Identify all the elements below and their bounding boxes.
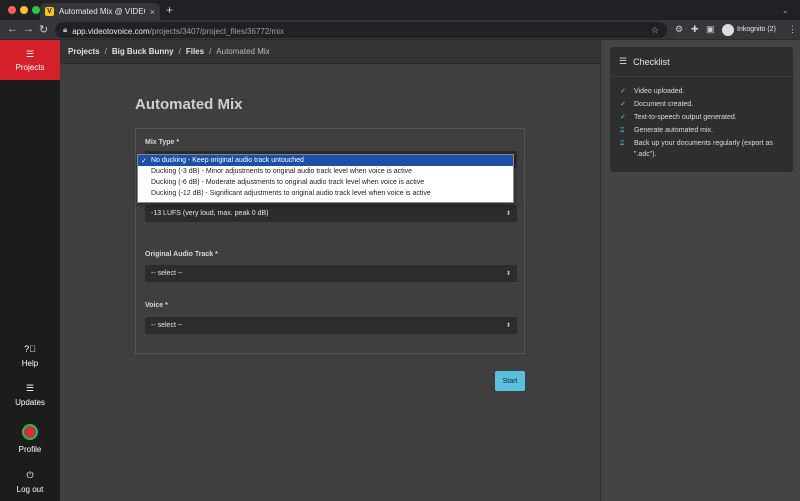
incognito-avatar-icon[interactable] (722, 24, 734, 36)
breadcrumb-projects[interactable]: Projects (68, 47, 100, 56)
browser-toolbar: ← → ↻ 🔒︎ app.videotovoice.com/projects/3… (0, 20, 800, 40)
voice-label: Voice * (145, 302, 168, 309)
tab-title: Automated Mix @ VIDEO TO V (59, 7, 145, 16)
reload-icon[interactable]: ↻ (39, 23, 48, 36)
extension-icon[interactable]: ⚙ (675, 24, 683, 35)
sidebar-item-profile[interactable]: Profile (0, 424, 60, 454)
hourglass-icon: ⌛︎ (620, 127, 625, 134)
original-track-label: Original Audio Track * (145, 251, 218, 258)
help-icon: ?⃝ (24, 344, 36, 354)
breadcrumb-project[interactable]: Big Buck Bunny (112, 47, 174, 56)
checklist-header: ☰ Checklist (610, 47, 793, 77)
list-icon: ☰ (25, 383, 35, 393)
more-menu-icon[interactable]: ⋮ (788, 24, 797, 35)
main-content: Automated Mix Mix Type * ⬍ -13 LUFS (ver… (60, 64, 600, 501)
lock-icon: 🔒︎ (63, 25, 68, 34)
breadcrumb-separator: / (104, 47, 107, 56)
check-icon: ✓ (620, 114, 626, 121)
browser-tab-bar: V Automated Mix @ VIDEO TO V × + ⌄ (0, 0, 800, 20)
profile-label[interactable]: Inkognito (2) (737, 26, 776, 33)
mix-type-label: Mix Type * (145, 139, 180, 146)
list-icon: ☰ (619, 56, 628, 66)
chevron-updown-icon: ⬍ (505, 323, 511, 329)
check-icon: ✓ (620, 101, 626, 108)
breadcrumb-current: Automated Mix (216, 47, 270, 56)
list-icon: ☰ (25, 48, 35, 59)
loudness-value: -13 LUFS (very loud, max. peak 0 dB) (151, 210, 269, 217)
browser-tab[interactable]: V Automated Mix @ VIDEO TO V × (40, 3, 160, 20)
page-title: Automated Mix (135, 96, 243, 113)
breadcrumb: Projects / Big Buck Bunny / Files / Auto… (60, 40, 600, 64)
sidebar-item-projects[interactable]: ☰ Projects (0, 40, 60, 80)
power-icon: ⏻ (26, 470, 34, 480)
avatar (22, 424, 38, 440)
mix-type-option[interactable]: ✓ No ducking - Keep original audio track… (138, 155, 513, 166)
original-track-value: -- select -- (151, 270, 183, 277)
breadcrumb-separator: / (178, 47, 181, 56)
voice-select[interactable]: -- select -- ⬍ (145, 317, 517, 334)
url-text: app.videotovoice.com/projects/3407/proje… (72, 27, 284, 36)
address-bar[interactable]: 🔒︎ app.videotovoice.com/projects/3407/pr… (55, 22, 667, 38)
window-minimize-button[interactable] (20, 6, 28, 14)
check-icon: ✓ (620, 88, 626, 95)
original-track-select[interactable]: -- select -- ⬍ (145, 265, 517, 282)
sidebar-item-label: Profile (18, 445, 42, 454)
window-close-button[interactable] (8, 6, 16, 14)
checklist-item: ✓ Text-to-speech output generated. (620, 114, 737, 121)
sidebar-item-label: Projects (15, 62, 45, 72)
sidebar-item-label: Updates (15, 398, 45, 407)
sidebar-item-label: Help (21, 359, 39, 368)
tab-close-icon[interactable]: × (150, 7, 155, 17)
checklist-title: Checklist (633, 56, 670, 67)
mix-type-dropdown: ✓ No ducking - Keep original audio track… (137, 154, 514, 203)
right-panel: ☰ Checklist ✓ Video uploaded. ✓ Document… (600, 40, 800, 501)
chevron-updown-icon: ⬍ (505, 211, 511, 217)
voice-value: -- select -- (151, 322, 183, 329)
back-arrow-icon[interactable]: ← (7, 23, 18, 35)
sidebar-item-updates[interactable]: ☰ Updates (0, 383, 60, 407)
hourglass-icon: ⌛︎ (620, 140, 625, 147)
tab-search-icon[interactable]: ⌄ (782, 6, 790, 15)
window-zoom-button[interactable] (32, 6, 40, 14)
checklist-item: ✓ Document created. (620, 101, 694, 108)
loudness-select[interactable]: -13 LUFS (very loud, max. peak 0 dB) ⬍ (145, 205, 517, 222)
mix-type-option[interactable]: Ducking (-6 dB) - Moderate adjustments t… (138, 177, 513, 188)
sidebar-item-logout[interactable]: ⏻ Log out (0, 470, 60, 494)
extensions-puzzle-icon[interactable]: ✚ (691, 24, 699, 35)
sidebar-item-help[interactable]: ?⃝ Help (0, 344, 60, 368)
checklist-card: ☰ Checklist ✓ Video uploaded. ✓ Document… (610, 47, 793, 172)
chevron-updown-icon: ⬍ (505, 271, 511, 277)
side-panel-icon[interactable]: ▣ (706, 24, 715, 35)
mix-type-option[interactable]: Ducking (-12 dB) - Significant adjustmen… (138, 188, 513, 199)
checklist-item: ⌛︎ Generate automated mix. (620, 127, 713, 134)
checkmark-icon: ✓ (141, 157, 147, 165)
bookmark-star-icon[interactable]: ☆ (651, 25, 659, 36)
checklist-item: ✓ Video uploaded. (620, 88, 685, 95)
checklist-item: ⌛︎ Back up your documents regularly (exp… (620, 140, 773, 158)
breadcrumb-files[interactable]: Files (186, 47, 204, 56)
sidebar: ☰ Projects ?⃝ Help ☰ Updates Profile ⏻ L… (0, 40, 60, 501)
site-favicon-icon: V (45, 7, 54, 16)
breadcrumb-separator: / (209, 47, 212, 56)
new-tab-icon[interactable]: + (166, 3, 173, 17)
forward-arrow-icon[interactable]: → (23, 23, 34, 35)
start-button[interactable]: Start (495, 371, 525, 391)
mix-type-option[interactable]: Ducking (-3 dB) - Minor adjustments to o… (138, 166, 513, 177)
sidebar-item-label: Log out (16, 485, 44, 494)
